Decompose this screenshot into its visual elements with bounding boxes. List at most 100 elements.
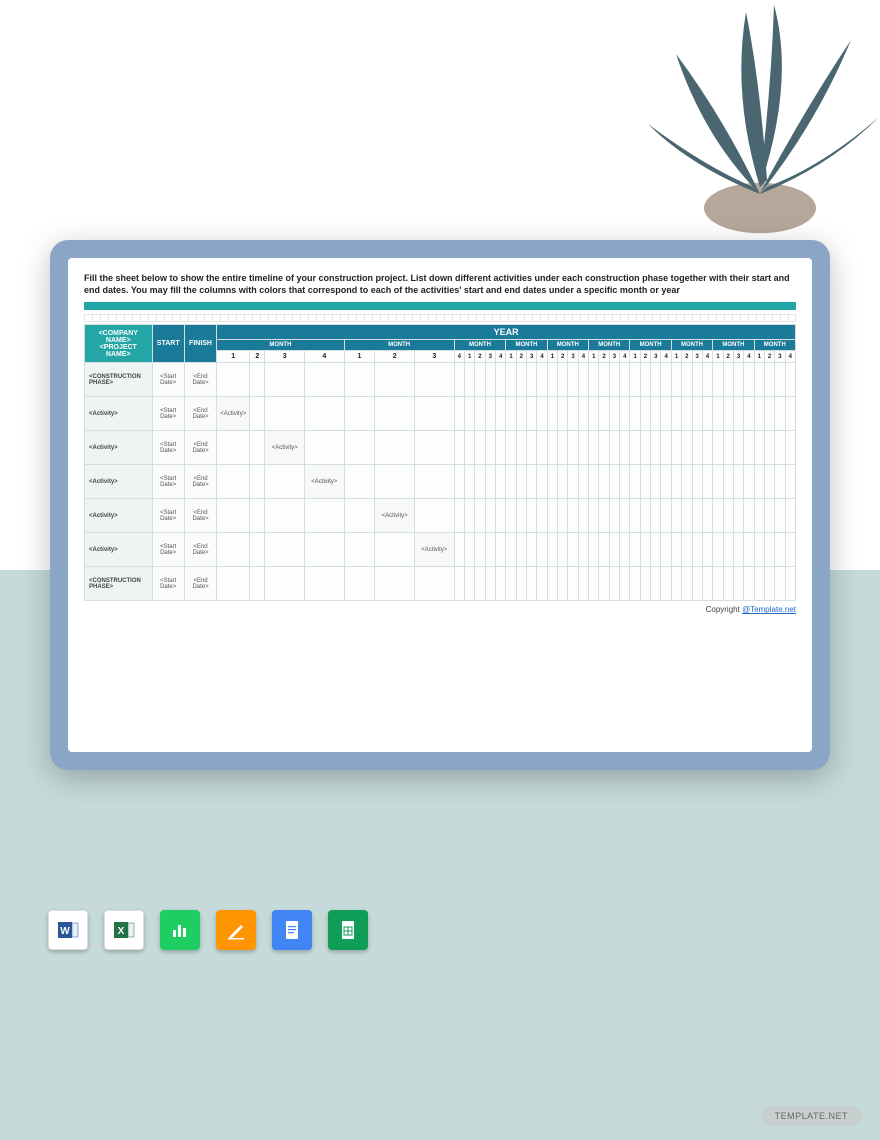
row-label: <Activity>	[85, 533, 153, 567]
timeline-cell	[713, 499, 723, 533]
timeline-cell	[702, 499, 712, 533]
timeline-cell	[609, 431, 619, 465]
timeline-cell	[754, 465, 764, 499]
end-date: <End Date>	[184, 499, 216, 533]
timeline-cell	[527, 431, 537, 465]
timeline-cell	[744, 567, 754, 601]
timeline-cell	[651, 363, 661, 397]
timeline-cell	[414, 397, 454, 431]
timeline-cell	[414, 431, 454, 465]
timeline-cell	[547, 567, 557, 601]
week-number: 1	[589, 351, 599, 363]
week-number: 2	[475, 351, 485, 363]
app-icons-row: W X	[48, 910, 368, 950]
week-number: 1	[464, 351, 474, 363]
timeline-cell	[475, 397, 485, 431]
excel-icon[interactable]: X	[104, 910, 144, 950]
week-number: 4	[744, 351, 754, 363]
timeline-cell	[475, 465, 485, 499]
timeline-cell	[589, 431, 599, 465]
timeline-cell	[375, 397, 415, 431]
week-number: 3	[485, 351, 495, 363]
week-number: 3	[527, 351, 537, 363]
timeline-cell	[785, 465, 795, 499]
spreadsheet-document: Fill the sheet below to show the entire …	[68, 258, 812, 752]
timeline-cell	[692, 567, 702, 601]
end-date: <End Date>	[184, 397, 216, 431]
timeline-cell	[651, 431, 661, 465]
timeline-cell	[485, 499, 495, 533]
finish-header: FINISH	[184, 325, 216, 363]
timeline-cell	[620, 499, 630, 533]
timeline-cell	[630, 465, 640, 499]
pages-icon[interactable]	[216, 910, 256, 950]
timeline-cell	[764, 363, 774, 397]
month-header: MONTH	[589, 340, 630, 351]
timeline-cell	[305, 363, 345, 397]
timeline-cell	[454, 465, 464, 499]
timeline-cell	[723, 499, 733, 533]
svg-text:X: X	[118, 926, 125, 937]
timeline-cell	[375, 533, 415, 567]
timeline-cell	[733, 567, 743, 601]
timeline-cell	[630, 499, 640, 533]
timeline-cell	[464, 397, 474, 431]
timeline-cell	[454, 533, 464, 567]
start-date: <Start Date>	[152, 499, 184, 533]
google-docs-icon[interactable]	[272, 910, 312, 950]
month-header: MONTH	[713, 340, 754, 351]
week-number: 2	[516, 351, 526, 363]
month-header: MONTH	[454, 340, 506, 351]
end-date: <End Date>	[184, 431, 216, 465]
word-icon[interactable]: W	[48, 910, 88, 950]
timeline-cell	[620, 397, 630, 431]
week-number: 1	[506, 351, 516, 363]
timeline-cell	[733, 397, 743, 431]
timeline-cell	[661, 499, 671, 533]
timeline-cell	[609, 499, 619, 533]
timeline-cell	[464, 567, 474, 601]
instructions-text: Fill the sheet below to show the entire …	[84, 272, 796, 296]
numbers-icon[interactable]	[160, 910, 200, 950]
timeline-cell	[599, 363, 609, 397]
timeline-cell	[485, 567, 495, 601]
timeline-cell	[599, 397, 609, 431]
timeline-cell	[506, 465, 516, 499]
timeline-cell	[537, 567, 547, 601]
timeline-cell	[414, 363, 454, 397]
week-number: 4	[454, 351, 464, 363]
timeline-cell	[609, 533, 619, 567]
timeline-cell	[527, 397, 537, 431]
timeline-cell	[344, 567, 375, 601]
timeline-cell	[537, 533, 547, 567]
timeline-cell	[640, 363, 650, 397]
week-number: 2	[599, 351, 609, 363]
timeline-cell	[671, 363, 681, 397]
timeline-cell	[250, 533, 265, 567]
timeline-cell	[702, 533, 712, 567]
timeline-cell	[495, 499, 505, 533]
week-number: 3	[265, 351, 305, 363]
timeline-cell	[785, 499, 795, 533]
template-link[interactable]: @Template.net	[742, 605, 796, 614]
week-number: 3	[609, 351, 619, 363]
timeline-cell	[265, 499, 305, 533]
timeline-cell	[589, 499, 599, 533]
timeline-cell	[599, 499, 609, 533]
timeline-cell	[651, 465, 661, 499]
timeline-cell	[558, 567, 568, 601]
timeline-cell	[375, 363, 415, 397]
google-sheets-icon[interactable]	[328, 910, 368, 950]
timeline-cell	[217, 431, 250, 465]
timeline-cell	[630, 431, 640, 465]
decorative-plant	[620, 0, 880, 250]
week-number: 3	[568, 351, 578, 363]
month-header: MONTH	[344, 340, 454, 351]
timeline-cell	[578, 397, 588, 431]
timeline-cell	[578, 533, 588, 567]
timeline-cell	[744, 533, 754, 567]
timeline-cell	[558, 363, 568, 397]
timeline-cell	[495, 567, 505, 601]
timeline-cell	[305, 567, 345, 601]
week-number: 2	[558, 351, 568, 363]
